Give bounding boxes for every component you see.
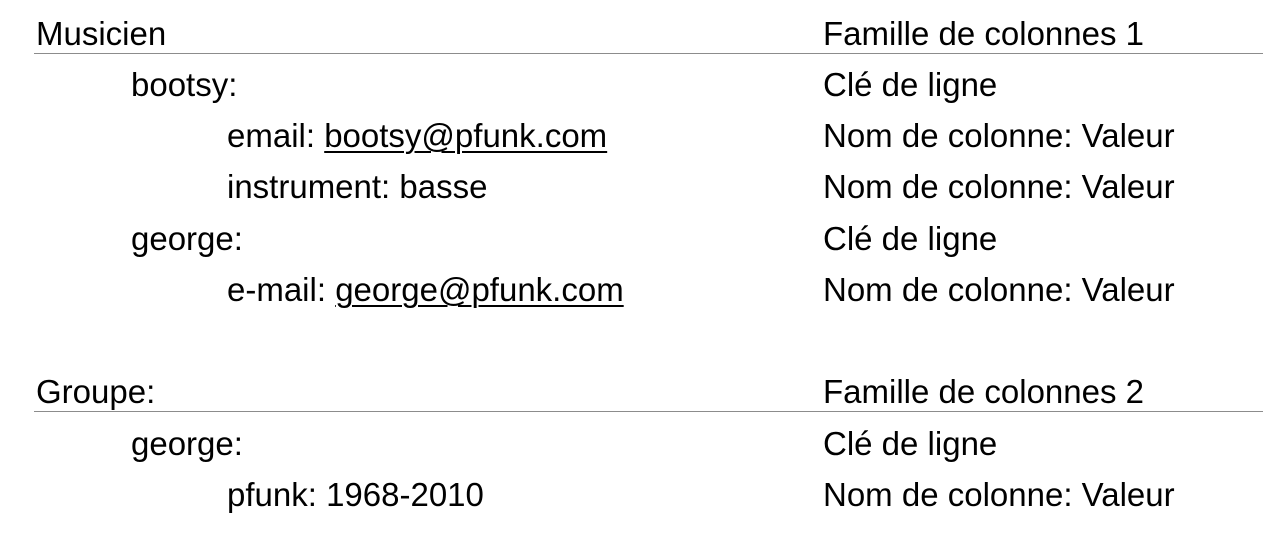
column-label: Nom de colonne: Valeur [823, 476, 1175, 513]
column-entry: e-mail: george@pfunk.com [227, 270, 624, 310]
column-name: email: [227, 117, 316, 154]
column-value: basse [399, 168, 488, 205]
column-entry: pfunk: 1968-2010 [227, 475, 484, 515]
column-label: Nom de colonne: Valeur [823, 271, 1175, 308]
family-label: Famille de colonnes 1 [823, 15, 1145, 52]
column-name: e-mail: [227, 271, 327, 308]
row-key: george: [131, 425, 243, 462]
family-name: Musicien [36, 15, 167, 52]
column-label: Nom de colonne: Valeur [823, 117, 1175, 154]
email-link[interactable]: george@pfunk.com [335, 271, 624, 308]
family-name: Groupe: [36, 373, 156, 410]
row-key-label: Clé de ligne [823, 425, 998, 462]
column-family-diagram: Musicien Famille de colonnes 1 bootsy: C… [0, 0, 1270, 543]
family-label: Famille de colonnes 2 [823, 373, 1145, 410]
column-label: Nom de colonne: Valeur [823, 168, 1175, 205]
row-key-label: Clé de ligne [823, 66, 998, 103]
column-name: instrument: [227, 168, 391, 205]
family-divider [34, 411, 1263, 412]
family-divider [34, 53, 1263, 54]
row-key-label: Clé de ligne [823, 220, 998, 257]
email-link[interactable]: bootsy@pfunk.com [324, 117, 607, 154]
row-key: george: [131, 220, 243, 257]
column-entry: instrument: basse [227, 167, 487, 207]
column-value: 1968-2010 [326, 476, 484, 513]
column-name: pfunk: [227, 476, 317, 513]
row-key: bootsy: [131, 66, 238, 103]
column-entry: email: bootsy@pfunk.com [227, 116, 607, 156]
